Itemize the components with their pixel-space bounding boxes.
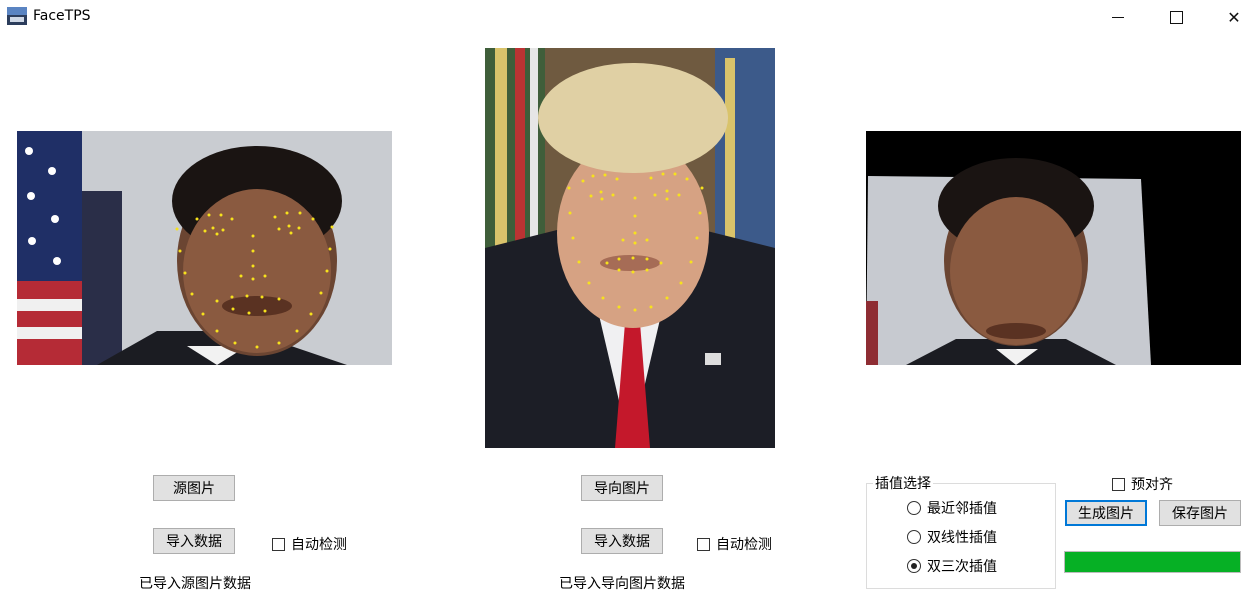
radio-label: 双三次插值 (927, 559, 997, 575)
title-bar: FaceTPS ✕ (0, 0, 1259, 34)
target-image-button[interactable]: 导向图片 (581, 475, 663, 501)
target-auto-detect-checkbox[interactable]: 自动检测 (697, 534, 772, 554)
source-auto-detect-label: 自动检测 (291, 537, 347, 553)
source-image-button[interactable]: 源图片 (153, 475, 235, 501)
generate-button[interactable]: 生成图片 (1065, 500, 1147, 526)
progress-fill (1065, 552, 1240, 572)
save-button[interactable]: 保存图片 (1159, 500, 1241, 526)
source-image (17, 131, 392, 365)
minimize-icon (1112, 16, 1124, 18)
close-icon: ✕ (1227, 7, 1241, 27)
minimize-button[interactable] (1089, 0, 1147, 34)
radio-circle[interactable] (907, 530, 921, 544)
checkbox-box[interactable] (272, 537, 285, 551)
maximize-icon (1169, 10, 1183, 24)
source-import-button[interactable]: 导入数据 (153, 528, 235, 554)
maximize-button[interactable] (1147, 0, 1205, 34)
radio-circle[interactable] (907, 501, 921, 515)
target-image (485, 48, 775, 448)
close-button[interactable]: ✕ (1205, 0, 1259, 34)
radio-bicubic[interactable]: 双三次插值 (907, 556, 997, 576)
radio-bilinear[interactable]: 双线性插值 (907, 527, 997, 547)
window-title: FaceTPS (33, 8, 91, 24)
radio-label: 最近邻插值 (927, 501, 997, 517)
target-status-text: 已导入导向图片数据 (559, 576, 685, 592)
target-auto-detect-label: 自动检测 (716, 537, 772, 553)
target-import-button[interactable]: 导入数据 (581, 528, 663, 554)
source-status-text: 已导入源图片数据 (139, 576, 251, 592)
interpolation-legend: 插值选择 (873, 473, 933, 493)
radio-circle-selected[interactable] (907, 559, 921, 573)
radio-label: 双线性插值 (927, 530, 997, 546)
source-auto-detect-checkbox[interactable]: 自动检测 (272, 534, 347, 554)
prealign-label: 预对齐 (1131, 477, 1173, 493)
radio-nearest-neighbor[interactable]: 最近邻插值 (907, 498, 997, 518)
prealign-checkbox[interactable]: 预对齐 (1112, 474, 1173, 494)
checkbox-box[interactable] (697, 537, 710, 551)
checkbox-box[interactable] (1112, 477, 1125, 491)
result-image (866, 131, 1241, 365)
progress-bar (1064, 551, 1241, 573)
app-photo-icon (7, 7, 27, 25)
